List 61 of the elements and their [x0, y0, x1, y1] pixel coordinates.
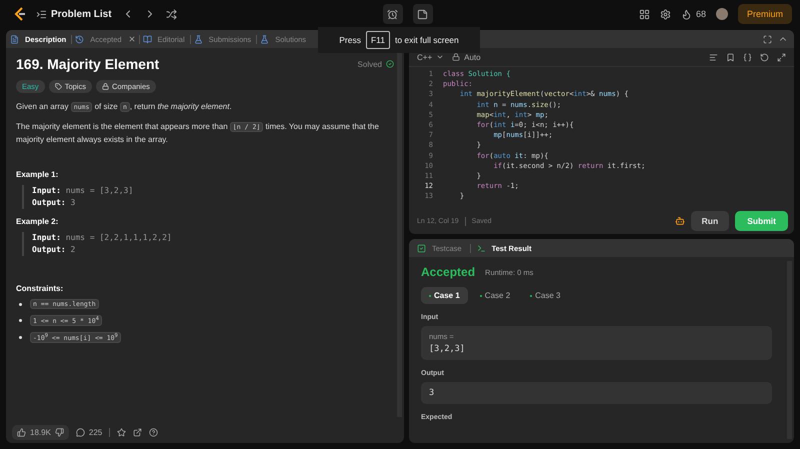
- shuffle-icon[interactable]: [166, 8, 177, 20]
- language-select[interactable]: C++: [417, 52, 432, 62]
- logo-icon: [12, 6, 26, 22]
- fullscreen-icon[interactable]: [763, 34, 772, 44]
- problem-list-link[interactable]: Problem List: [51, 8, 112, 20]
- streak-count: 68: [696, 9, 706, 19]
- comment-count: 225: [88, 428, 102, 436]
- case-tab[interactable]: Case 3: [522, 287, 569, 304]
- premium-button[interactable]: Premium: [738, 4, 792, 24]
- bullet: [19, 302, 22, 306]
- example-output-text: Output: 3: [32, 197, 76, 210]
- flame-icon: [680, 8, 692, 20]
- braces-icon[interactable]: [743, 52, 752, 62]
- document-icon: [10, 34, 19, 44]
- auto-mode-label: Auto: [464, 52, 481, 62]
- thumbs-down-icon[interactable]: [54, 428, 64, 436]
- case-tab[interactable]: Case 1: [421, 287, 468, 304]
- bullet: [19, 336, 22, 340]
- bullet: [19, 319, 22, 322]
- grid-icon[interactable]: [638, 8, 650, 20]
- avatar[interactable]: [716, 8, 728, 20]
- fullscreen-notice: Press F11 to exit full screen: [318, 27, 480, 53]
- robot-icon[interactable]: [674, 216, 685, 226]
- flask-icon: [194, 34, 203, 44]
- close-icon[interactable]: [128, 35, 136, 43]
- example-output-text: Output: 2: [32, 244, 76, 256]
- solved-status: Solved: [358, 60, 382, 68]
- check-circle-icon: [386, 60, 394, 68]
- format-icon[interactable]: [709, 52, 718, 62]
- history-icon: [75, 34, 84, 44]
- verdict: Accepted: [421, 265, 476, 279]
- settings-icon[interactable]: [660, 8, 671, 20]
- alarm-clock-icon[interactable]: [382, 4, 403, 24]
- reset-icon[interactable]: [760, 52, 769, 62]
- help-icon[interactable]: [149, 428, 158, 436]
- book-icon: [142, 34, 152, 44]
- output-value-box: 3: [421, 382, 772, 404]
- problem-title: 169. Majority Element: [16, 56, 160, 72]
- expand-icon[interactable]: [777, 52, 786, 62]
- lock-icon: [452, 53, 460, 61]
- example-heading: Example 1:: [16, 170, 60, 180]
- checkbox-icon: [417, 244, 426, 252]
- example-heading: Example 2:: [16, 217, 60, 226]
- tag-icon: [54, 83, 62, 90]
- case-tab[interactable]: Case 2: [472, 287, 518, 304]
- share-icon[interactable]: [133, 428, 142, 436]
- chevron-down-icon[interactable]: [436, 53, 444, 61]
- example-input-text: Input: nums = [3,2,3]: [32, 185, 134, 198]
- bookmark-icon[interactable]: [726, 52, 735, 62]
- star-icon[interactable]: [117, 428, 126, 436]
- note-icon[interactable]: [412, 4, 433, 24]
- terminal-icon: [476, 244, 486, 252]
- run-button[interactable]: Run: [690, 211, 730, 231]
- constraints-heading: Constraints:: [16, 284, 64, 294]
- example-input-text: Input: nums = [2,2,1,1,1,2,2]: [32, 232, 173, 244]
- comment-icon[interactable]: [76, 428, 85, 436]
- like-count: 18.9K: [30, 428, 51, 436]
- lock-icon: [102, 83, 109, 90]
- list-icon[interactable]: [36, 8, 47, 20]
- flask-icon: [260, 34, 270, 44]
- thumbs-up-icon[interactable]: [17, 428, 26, 436]
